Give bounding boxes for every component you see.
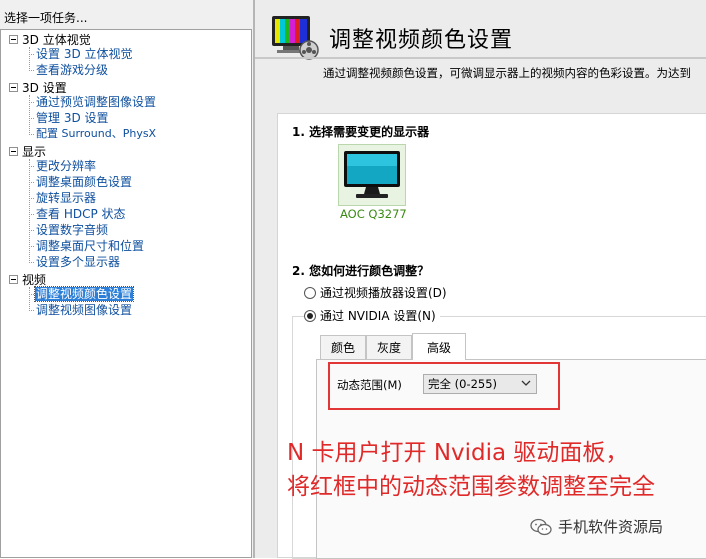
watermark-text: 手机软件资源局	[558, 518, 664, 536]
monitor-icon	[344, 151, 400, 198]
tree-category-3d-settings[interactable]: 3D 设置	[9, 79, 67, 95]
tree-item-digital-audio[interactable]: 设置数字音频	[29, 222, 109, 238]
instruction-annotation: N 卡用户打开 Nvidia 驱动面板， 将红框中的动态范围参数调整至完全	[287, 436, 655, 504]
page-description: 通过调整视频颜色设置，可微调显示器上的视频内容的色彩设置。为达到	[323, 66, 691, 80]
header-divider	[255, 57, 706, 59]
task-pane-title: 选择一项任务...	[4, 11, 88, 25]
tree-category-video[interactable]: 视频	[9, 271, 46, 287]
radio-button-icon[interactable]	[304, 286, 316, 299]
tree-item-video-color[interactable]: 调整视频颜色设置	[29, 286, 135, 302]
highlight-box	[328, 362, 560, 410]
tree-item-desktop-color[interactable]: 调整桌面颜色设置	[29, 174, 133, 190]
page-title: 调整视频颜色设置	[329, 28, 514, 53]
tab-grayscale[interactable]: 灰度	[366, 335, 412, 359]
display-name: AOC Q3277	[340, 207, 407, 221]
collapse-icon[interactable]	[9, 34, 18, 44]
collapse-icon[interactable]	[9, 274, 18, 284]
tree-item-multi-display[interactable]: 设置多个显示器	[29, 254, 121, 270]
tab-advanced[interactable]: 高级	[412, 333, 466, 360]
wechat-icon	[530, 518, 552, 535]
tree-item-stereo-setup[interactable]: 设置 3D 立体视觉	[29, 46, 134, 62]
section-color-method-title: 2. 您如何进行颜色调整？	[292, 264, 430, 278]
tree-item-rotate-display[interactable]: 旋转显示器	[29, 190, 97, 206]
radio-button-selected-icon[interactable]	[304, 309, 316, 322]
annotation-line-2: 将红框中的动态范围参数调整至完全	[287, 474, 655, 500]
tree-item-hdcp-status[interactable]: 查看 HDCP 状态	[29, 206, 127, 222]
radio-video-player-settings[interactable]: 通过视频播放器设置(D)	[304, 284, 447, 301]
page-header: 调整视频颜色设置	[255, 8, 706, 60]
tree-item-desktop-size[interactable]: 调整桌面尺寸和位置	[29, 238, 145, 254]
tree-item-surround-physx[interactable]: 配置 Surround、PhysX	[29, 126, 157, 142]
video-color-settings-icon	[272, 16, 319, 60]
tree-category-3d-stereo[interactable]: 3D 立体视觉	[9, 31, 91, 47]
task-tree: 3D 立体视觉 设置 3D 立体视觉 查看游戏分级 3D 设置 通过预览调整图像…	[0, 29, 252, 558]
tree-item-video-image[interactable]: 调整视频图像设置	[29, 302, 133, 318]
tree-item-preview-image[interactable]: 通过预览调整图像设置	[29, 94, 157, 110]
tree-item-manage-3d[interactable]: 管理 3D 设置	[29, 110, 110, 126]
task-pane: 选择一项任务... 3D 立体视觉 设置 3D 立体视觉 查看游戏分级 3D 设…	[0, 0, 253, 558]
tree-item-game-ratings[interactable]: 查看游戏分级	[29, 62, 109, 78]
collapse-icon[interactable]	[9, 82, 18, 92]
annotation-line-1: N 卡用户打开 Nvidia 驱动面板，	[287, 440, 629, 466]
watermark: 手机软件资源局	[530, 516, 663, 537]
section-select-display-title: 1. 选择需要变更的显示器	[292, 125, 430, 139]
tree-item-resolution[interactable]: 更改分辨率	[29, 158, 97, 174]
tab-color[interactable]: 颜色	[320, 335, 366, 359]
radio-nvidia-settings[interactable]: 通过 NVIDIA 设置(N)	[304, 307, 440, 324]
display-tile[interactable]	[338, 144, 406, 206]
collapse-icon[interactable]	[9, 146, 18, 156]
tree-category-display[interactable]: 显示	[9, 143, 46, 159]
